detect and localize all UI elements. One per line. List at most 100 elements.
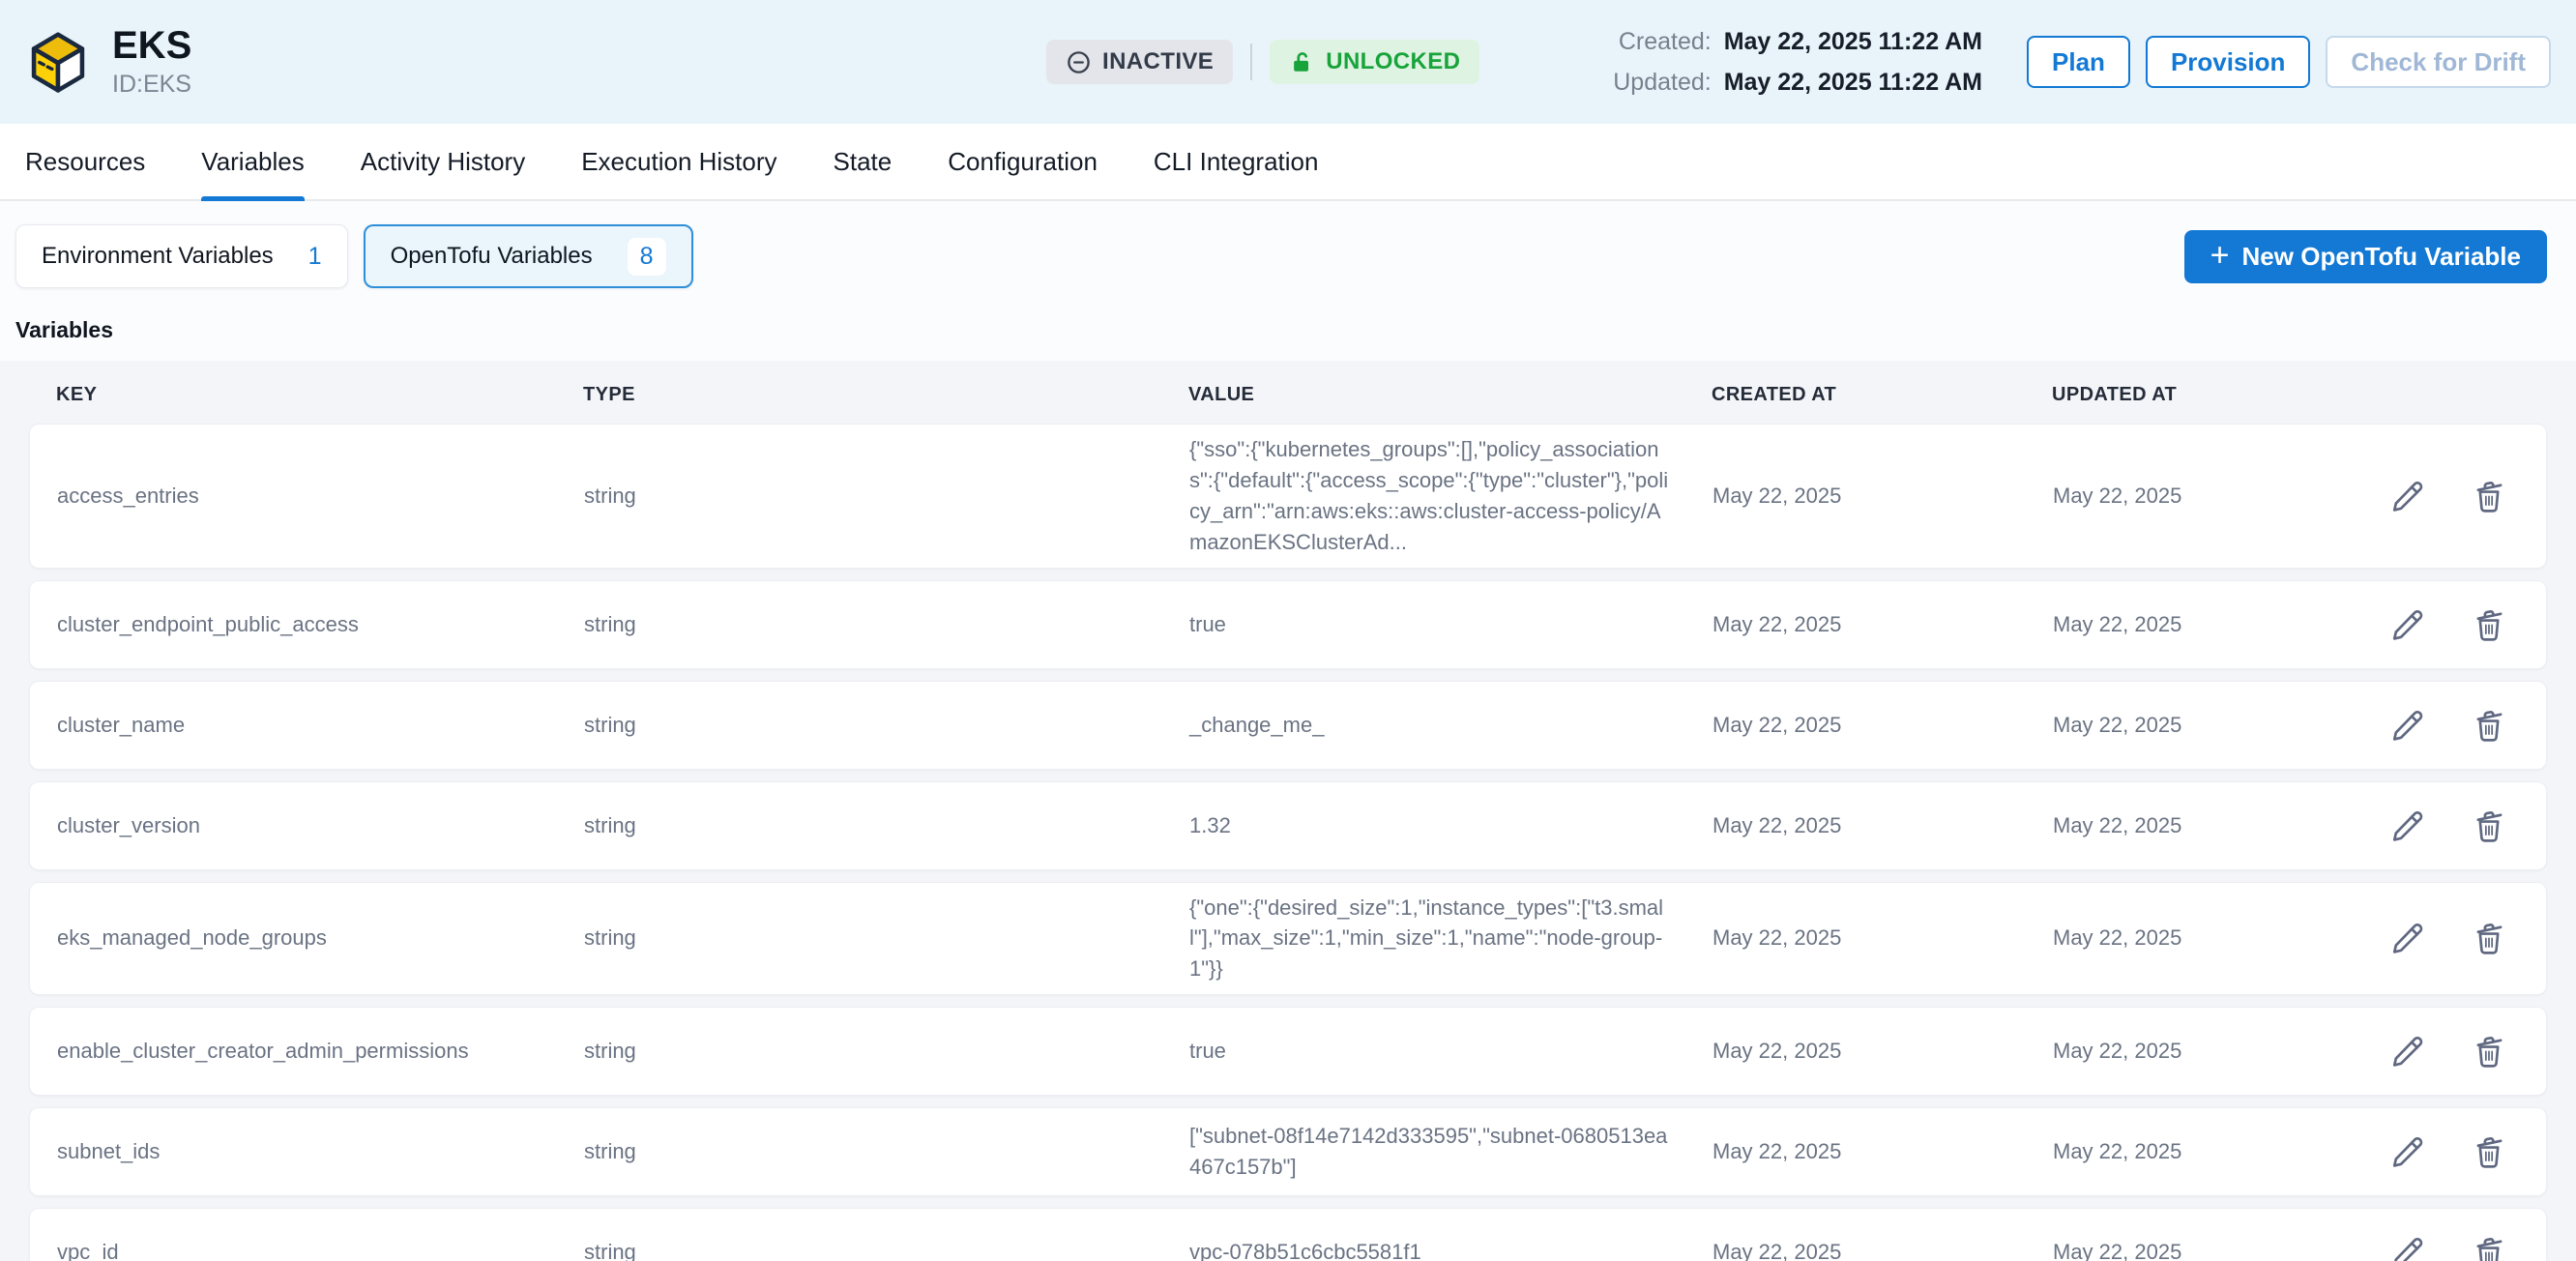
variable-created-at: May 22, 2025 <box>1685 1136 2026 1167</box>
variable-type: string <box>557 609 1162 640</box>
lock-badge-label: UNLOCKED <box>1326 48 1460 75</box>
delete-icon[interactable] <box>2471 1033 2507 1070</box>
variable-value: ["subnet-08f14e7142d333595","subnet-0680… <box>1162 1121 1685 1183</box>
column-header-created-at: CREATED AT <box>1684 384 2025 406</box>
tab-variables[interactable]: Variables <box>201 124 304 199</box>
new-opentofu-variable-label: New OpenTofu Variable <box>2242 242 2521 272</box>
table-header: KEY TYPE VALUE CREATED AT UPDATED AT <box>29 361 2547 424</box>
opentofu-variables-count: 8 <box>628 238 666 276</box>
variable-type: string <box>557 481 1162 512</box>
subtab-opentofu-variables[interactable]: OpenTofu Variables 8 <box>364 224 693 288</box>
variable-created-at: May 22, 2025 <box>1685 609 2026 640</box>
edit-icon[interactable] <box>2389 920 2426 956</box>
variable-created-at: May 22, 2025 <box>1685 710 2026 741</box>
variable-updated-at: May 22, 2025 <box>2026 1237 2362 1261</box>
provision-button[interactable]: Provision <box>2146 36 2310 88</box>
table-row: eks_managed_node_groups string {"one":{"… <box>29 882 2547 996</box>
created-label: Created: <box>1613 28 1711 56</box>
status-badge-label: INACTIVE <box>1102 48 1214 75</box>
new-opentofu-variable-button[interactable]: + New OpenTofu Variable <box>2184 230 2547 283</box>
check-for-drift-button[interactable]: Check for Drift <box>2326 36 2551 88</box>
header-actions: Plan Provision Check for Drift <box>2027 36 2551 88</box>
created-value: May 22, 2025 11:22 AM <box>1724 28 1982 56</box>
tab-execution-history[interactable]: Execution History <box>581 124 776 199</box>
variable-created-at: May 22, 2025 <box>1685 481 2026 512</box>
status-badges: INACTIVE UNLOCKED <box>1046 40 1479 84</box>
variable-key: enable_cluster_creator_admin_permissions <box>30 1036 557 1067</box>
row-actions <box>2362 1234 2556 1261</box>
subtab-opentofu-variables-label: OpenTofu Variables <box>391 243 593 270</box>
column-header-updated-at: UPDATED AT <box>2025 384 2361 406</box>
edit-icon[interactable] <box>2389 478 2426 514</box>
edit-icon[interactable] <box>2389 1133 2426 1170</box>
plan-button[interactable]: Plan <box>2027 36 2130 88</box>
variable-created-at: May 22, 2025 <box>1685 1036 2026 1067</box>
row-actions <box>2362 920 2556 956</box>
badge-divider <box>1250 44 1252 80</box>
row-actions <box>2362 707 2556 744</box>
variable-updated-at: May 22, 2025 <box>2026 810 2362 841</box>
variable-key: cluster_name <box>30 710 557 741</box>
subtab-environment-variables[interactable]: Environment Variables 1 <box>15 224 348 288</box>
tab-resources[interactable]: Resources <box>25 124 145 199</box>
variable-value: vpc-078b51c6cbc5581f1 <box>1162 1237 1685 1261</box>
tab-activity-history[interactable]: Activity History <box>361 124 525 199</box>
delete-icon[interactable] <box>2471 606 2507 643</box>
unlocked-padlock-icon <box>1289 49 1315 75</box>
tab-state[interactable]: State <box>834 124 893 199</box>
variable-updated-at: May 22, 2025 <box>2026 1136 2362 1167</box>
lock-badge: UNLOCKED <box>1270 40 1479 84</box>
tab-bar: Resources Variables Activity History Exe… <box>0 124 2576 201</box>
row-actions <box>2362 1033 2556 1070</box>
variable-key: subnet_ids <box>30 1136 557 1167</box>
table-row: subnet_ids string ["subnet-08f14e7142d33… <box>29 1107 2547 1196</box>
variable-value: true <box>1162 609 1685 640</box>
variable-created-at: May 22, 2025 <box>1685 810 2026 841</box>
variable-key: cluster_endpoint_public_access <box>30 609 557 640</box>
variable-created-at: May 22, 2025 <box>1685 923 2026 953</box>
variable-type: string <box>557 923 1162 953</box>
variable-updated-at: May 22, 2025 <box>2026 609 2362 640</box>
delete-icon[interactable] <box>2471 1234 2507 1261</box>
variables-page: Environment Variables 1 OpenTofu Variabl… <box>0 201 2576 1261</box>
minus-circle-icon <box>1066 49 1092 75</box>
edit-icon[interactable] <box>2389 807 2426 844</box>
column-header-type: TYPE <box>556 384 1161 406</box>
edit-icon[interactable] <box>2389 606 2426 643</box>
column-header-key: KEY <box>29 384 556 406</box>
variable-updated-at: May 22, 2025 <box>2026 1036 2362 1067</box>
plus-icon: + <box>2210 239 2230 272</box>
timestamps: Created: May 22, 2025 11:22 AM Updated: … <box>1613 28 1982 97</box>
row-actions <box>2362 606 2556 643</box>
edit-icon[interactable] <box>2389 707 2426 744</box>
environment-variables-count: 1 <box>308 243 322 271</box>
variable-value: _change_me_ <box>1162 710 1685 741</box>
row-actions <box>2362 807 2556 844</box>
variable-key: eks_managed_node_groups <box>30 923 557 953</box>
table-row: cluster_endpoint_public_access string tr… <box>29 580 2547 669</box>
variable-value: {"sso":{"kubernetes_groups":[],"policy_a… <box>1162 434 1685 558</box>
delete-icon[interactable] <box>2471 707 2507 744</box>
table-row: access_entries string {"sso":{"kubernete… <box>29 424 2547 569</box>
delete-icon[interactable] <box>2471 807 2507 844</box>
tab-configuration[interactable]: Configuration <box>948 124 1098 199</box>
edit-icon[interactable] <box>2389 1033 2426 1070</box>
variable-updated-at: May 22, 2025 <box>2026 481 2362 512</box>
status-badge: INACTIVE <box>1046 40 1233 84</box>
variable-updated-at: May 22, 2025 <box>2026 923 2362 953</box>
variables-subtabs: Environment Variables 1 OpenTofu Variabl… <box>0 201 2576 288</box>
delete-icon[interactable] <box>2471 1133 2507 1170</box>
edit-icon[interactable] <box>2389 1234 2426 1261</box>
environment-header: EKS ID:EKS INACTIVE UNLOCKED Created: Ma… <box>0 0 2576 124</box>
variable-key: access_entries <box>30 481 557 512</box>
delete-icon[interactable] <box>2471 478 2507 514</box>
column-header-value: VALUE <box>1161 384 1684 406</box>
environment-id: ID:EKS <box>112 71 191 99</box>
variable-type: string <box>557 1237 1162 1261</box>
variable-type: string <box>557 810 1162 841</box>
delete-icon[interactable] <box>2471 920 2507 956</box>
table-row: cluster_name string _change_me_ May 22, … <box>29 681 2547 770</box>
row-actions <box>2362 478 2556 514</box>
tab-cli-integration[interactable]: CLI Integration <box>1154 124 1319 199</box>
variable-value: {"one":{"desired_size":1,"instance_types… <box>1162 893 1685 985</box>
